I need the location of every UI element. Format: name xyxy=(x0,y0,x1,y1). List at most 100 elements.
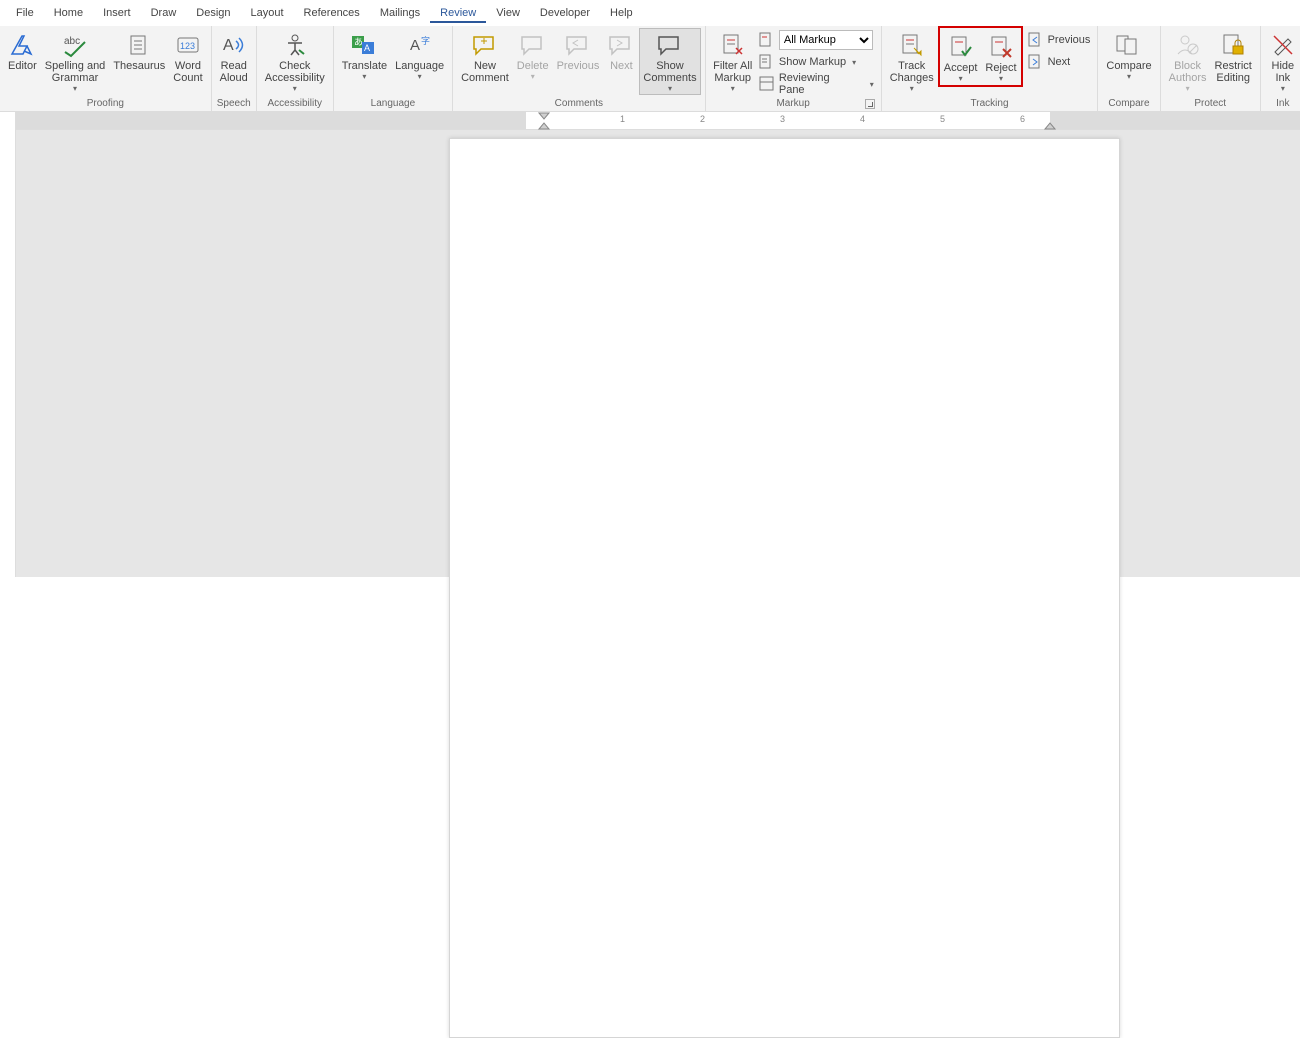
accept-button[interactable]: Accept ▾ xyxy=(940,30,982,85)
tab-help[interactable]: Help xyxy=(600,3,643,23)
reject-label: Reject xyxy=(985,62,1016,74)
editor-button[interactable]: Editor xyxy=(4,28,41,74)
chevron-down-icon: ▾ xyxy=(668,85,672,93)
right-indent-marker-icon[interactable] xyxy=(1044,121,1056,130)
vertical-ruler xyxy=(0,112,16,134)
svg-text:あ: あ xyxy=(354,37,363,47)
show-markup-icon xyxy=(759,54,775,70)
display-review-select[interactable]: All Markup xyxy=(779,30,873,50)
next-change-label: Next xyxy=(1048,56,1071,68)
indent-marker-icon[interactable] xyxy=(538,112,550,130)
translate-button[interactable]: あA Translate ▾ xyxy=(338,28,391,83)
hide-ink-label: Hide Ink xyxy=(1272,60,1295,84)
markup-dialog-launcher[interactable] xyxy=(865,99,875,109)
check-accessibility-button[interactable]: Check Accessibility ▾ xyxy=(261,28,329,95)
document-area: 1 2 3 4 5 6 xyxy=(0,112,1300,577)
vertical-ruler-body xyxy=(0,134,16,577)
tab-mailings[interactable]: Mailings xyxy=(370,3,430,23)
group-proofing: Editor abc Spelling and Grammar ▾ Thesau… xyxy=(0,26,212,111)
display-for-review-combo[interactable]: All Markup xyxy=(756,30,877,50)
show-comments-button[interactable]: Show Comments ▾ xyxy=(639,28,700,95)
restrict-editing-button[interactable]: Restrict Editing xyxy=(1211,28,1256,86)
filter-markup-label: Filter All Markup xyxy=(713,60,752,84)
group-label-proofing: Proofing xyxy=(4,98,207,111)
ruler-mark: 6 xyxy=(1020,114,1025,124)
chevron-down-icon: ▾ xyxy=(531,73,535,81)
track-changes-button[interactable]: Track Changes ▾ xyxy=(886,28,938,95)
restrict-editing-label: Restrict Editing xyxy=(1215,60,1252,84)
group-accessibility: Check Accessibility ▾ Accessibility xyxy=(257,26,334,111)
compare-button[interactable]: Compare ▾ xyxy=(1102,28,1155,83)
ruler-mark: 1 xyxy=(620,114,625,124)
reject-button[interactable]: Reject ▾ xyxy=(981,30,1020,85)
next-change-button[interactable]: Next xyxy=(1025,52,1094,72)
chevron-down-icon: ▾ xyxy=(1186,85,1190,93)
show-markup-label: Show Markup xyxy=(779,56,846,68)
previous-comment-icon xyxy=(564,30,592,60)
tab-design[interactable]: Design xyxy=(186,3,240,23)
filter-all-markup-button[interactable]: Filter All Markup ▾ xyxy=(710,28,756,95)
new-comment-label: New Comment xyxy=(461,60,509,84)
check-accessibility-label: Check Accessibility xyxy=(265,60,325,84)
new-comment-button[interactable]: New Comment xyxy=(457,28,513,86)
new-comment-icon xyxy=(471,30,499,60)
spelling-label: Spelling and Grammar xyxy=(45,60,106,84)
ruler-mark: 2 xyxy=(700,114,705,124)
block-authors-label: Block Authors xyxy=(1169,60,1207,84)
tab-layout[interactable]: Layout xyxy=(241,3,294,23)
compare-icon xyxy=(1115,30,1143,60)
read-aloud-label: Read Aloud xyxy=(220,60,248,84)
language-icon: A字 xyxy=(407,30,433,60)
hide-ink-button[interactable]: Hide Ink ▾ xyxy=(1265,28,1300,95)
group-speech: A Read Aloud Speech xyxy=(212,26,257,111)
svg-text:字: 字 xyxy=(421,35,430,46)
svg-text:abc: abc xyxy=(64,36,80,47)
group-ink: Hide Ink ▾ Ink xyxy=(1261,26,1300,111)
group-label-protect: Protect xyxy=(1165,98,1256,111)
group-language: あA Translate ▾ A字 Language ▾ Language xyxy=(334,26,453,111)
filter-markup-icon xyxy=(720,30,746,60)
group-markup: Filter All Markup ▾ All Markup Show M xyxy=(706,26,882,111)
chevron-down-icon: ▾ xyxy=(910,85,914,93)
horizontal-ruler[interactable]: 1 2 3 4 5 6 xyxy=(16,112,1300,130)
spelling-grammar-button[interactable]: abc Spelling and Grammar ▾ xyxy=(41,28,110,95)
chevron-down-icon: ▾ xyxy=(418,73,422,81)
word-count-button[interactable]: 123 Word Count xyxy=(169,28,206,86)
tab-review[interactable]: Review xyxy=(430,3,486,23)
tab-draw[interactable]: Draw xyxy=(141,3,187,23)
tab-view[interactable]: View xyxy=(486,3,530,23)
reject-icon xyxy=(988,32,1014,62)
track-changes-label: Track Changes xyxy=(890,60,934,84)
group-compare: Compare ▾ Compare xyxy=(1098,26,1160,111)
previous-comment-label: Previous xyxy=(557,60,600,72)
delete-comment-label: Delete xyxy=(517,60,549,72)
hide-ink-icon xyxy=(1270,30,1296,60)
read-aloud-button[interactable]: A Read Aloud xyxy=(216,28,252,86)
show-comments-icon xyxy=(656,30,684,60)
translate-icon: あA xyxy=(350,30,378,60)
tab-insert[interactable]: Insert xyxy=(93,3,141,23)
thesaurus-button[interactable]: Thesaurus xyxy=(109,28,169,74)
reviewing-pane-button[interactable]: Reviewing Pane ▾ xyxy=(756,74,877,94)
show-markup-button[interactable]: Show Markup ▾ xyxy=(756,52,877,72)
block-authors-button: Block Authors ▾ xyxy=(1165,28,1211,95)
tab-developer[interactable]: Developer xyxy=(530,3,600,23)
group-label-comments: Comments xyxy=(457,98,700,111)
tab-home[interactable]: Home xyxy=(44,3,93,23)
accept-icon xyxy=(948,32,974,62)
document-page[interactable] xyxy=(449,138,1120,1038)
group-label-speech: Speech xyxy=(216,98,252,111)
read-aloud-icon: A xyxy=(221,30,247,60)
previous-change-button[interactable]: Previous xyxy=(1025,30,1094,50)
language-label: Language xyxy=(395,60,444,72)
next-change-icon xyxy=(1028,54,1044,70)
tab-file[interactable]: File xyxy=(6,3,44,23)
next-comment-label: Next xyxy=(610,60,633,72)
previous-change-label: Previous xyxy=(1048,34,1091,46)
tab-references[interactable]: References xyxy=(294,3,370,23)
ruler-mark: 5 xyxy=(940,114,945,124)
chevron-down-icon: ▾ xyxy=(362,73,366,81)
group-comments: New Comment Delete ▾ Previous Next xyxy=(453,26,705,111)
svg-text:A: A xyxy=(223,37,234,54)
language-button[interactable]: A字 Language ▾ xyxy=(391,28,448,83)
